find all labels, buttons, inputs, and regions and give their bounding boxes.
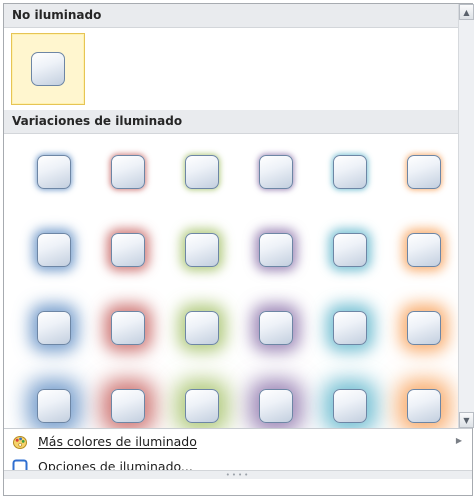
scroll-down-arrow-icon[interactable]: ▼ — [459, 412, 474, 428]
glow-gallery-panel: No iluminado Variaciones de iluminado ▲ … — [3, 3, 474, 496]
glow-swatch — [185, 155, 219, 189]
glow-swatch — [111, 389, 145, 423]
glow-option-green-size-1[interactable] — [172, 142, 232, 202]
glow-variations-header: Variaciones de iluminado — [4, 110, 458, 134]
glow-swatch — [333, 389, 367, 423]
glow-swatch — [333, 155, 367, 189]
glow-swatch — [37, 389, 71, 423]
glow-option-green-size-4[interactable] — [172, 376, 232, 428]
glow-swatch — [333, 233, 367, 267]
glow-swatch — [407, 311, 441, 345]
glow-option-green-size-2[interactable] — [172, 220, 232, 280]
glow-gallery: No iluminado Variaciones de iluminado — [4, 4, 458, 428]
glow-swatch — [407, 233, 441, 267]
glow-swatch — [111, 233, 145, 267]
glow-option-blue-size-4[interactable] — [24, 376, 84, 428]
no-glow-row — [4, 28, 458, 110]
glow-swatch — [37, 155, 71, 189]
glow-variations-grid — [4, 134, 458, 428]
glow-option-aqua-size-4[interactable] — [320, 376, 380, 428]
glow-swatch — [259, 389, 293, 423]
glow-option-orange-size-4[interactable] — [394, 376, 454, 428]
glow-option-purple-size-1[interactable] — [246, 142, 306, 202]
glow-option-blue-size-2[interactable] — [24, 220, 84, 280]
glow-swatch — [185, 389, 219, 423]
glow-menu: Más colores de iluminado ▶ Opciones de i… — [4, 428, 472, 479]
glow-swatch — [111, 311, 145, 345]
no-glow-swatch — [31, 52, 65, 86]
glow-swatch — [185, 311, 219, 345]
glow-swatch — [185, 233, 219, 267]
submenu-arrow-icon: ▶ — [455, 436, 462, 445]
scroll-up-arrow-icon[interactable]: ▲ — [459, 4, 474, 20]
glow-option-purple-size-2[interactable] — [246, 220, 306, 280]
glow-swatch — [407, 155, 441, 189]
glow-swatch — [37, 233, 71, 267]
glow-option-aqua-size-3[interactable] — [320, 298, 380, 358]
glow-option-red-size-4[interactable] — [98, 376, 158, 428]
glow-option-red-size-3[interactable] — [98, 298, 158, 358]
glow-option-orange-size-2[interactable] — [394, 220, 454, 280]
glow-option-green-size-3[interactable] — [172, 298, 232, 358]
glow-swatch — [407, 389, 441, 423]
glow-swatch — [259, 155, 293, 189]
no-glow-option[interactable] — [11, 33, 85, 105]
glow-option-aqua-size-2[interactable] — [320, 220, 380, 280]
glow-option-red-size-1[interactable] — [98, 142, 158, 202]
glow-swatch — [259, 311, 293, 345]
glow-option-aqua-size-1[interactable] — [320, 142, 380, 202]
glow-swatch — [259, 233, 293, 267]
gallery-scrollbar[interactable]: ▲ ▼ — [458, 4, 474, 428]
color-palette-icon — [12, 434, 28, 450]
glow-swatch — [333, 311, 367, 345]
glow-swatch — [111, 155, 145, 189]
resize-grip[interactable]: •••• — [4, 470, 472, 479]
glow-swatch — [37, 311, 71, 345]
more-glow-colors-item[interactable]: Más colores de iluminado ▶ — [4, 429, 472, 454]
resize-grip-icon: •••• — [225, 470, 251, 479]
more-glow-colors-label: Más colores de iluminado — [38, 434, 197, 449]
glow-option-purple-size-3[interactable] — [246, 298, 306, 358]
glow-option-orange-size-1[interactable] — [394, 142, 454, 202]
glow-option-blue-size-3[interactable] — [24, 298, 84, 358]
glow-option-purple-size-4[interactable] — [246, 376, 306, 428]
glow-option-orange-size-3[interactable] — [394, 298, 454, 358]
no-glow-header: No iluminado — [4, 4, 458, 28]
glow-option-red-size-2[interactable] — [98, 220, 158, 280]
glow-option-blue-size-1[interactable] — [24, 142, 84, 202]
